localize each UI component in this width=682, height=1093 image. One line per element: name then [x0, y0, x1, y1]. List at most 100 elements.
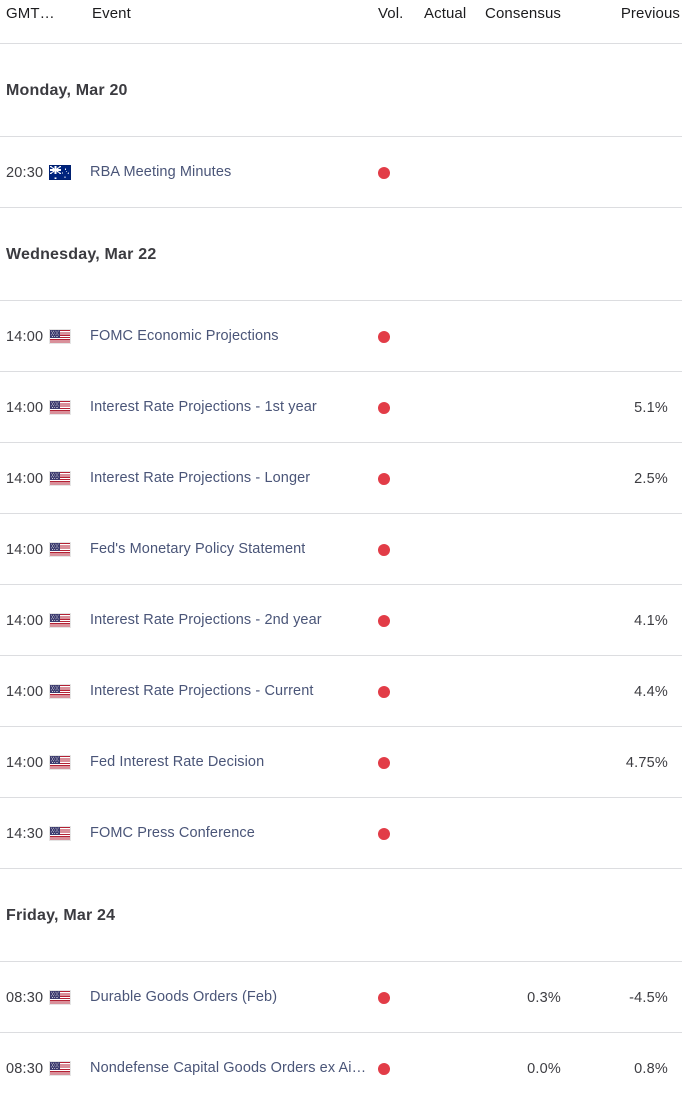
country-flag — [48, 585, 72, 656]
table-row[interactable]: 14:00 Interest Rate Projections - Longer 2… — [0, 443, 682, 514]
column-header-event[interactable]: Event — [92, 5, 131, 22]
calendar-body: Monday, Mar 20 20:30 RBA Meeting Minutes We… — [0, 44, 682, 1093]
table-row[interactable]: 14:30 FOMC Press Conference — [0, 798, 682, 869]
volatility-indicator[interactable] — [378, 798, 400, 869]
us-flag-icon — [49, 400, 71, 415]
event-time: 14:00 — [6, 399, 44, 416]
volatility-dot-icon — [378, 991, 390, 1004]
event-name-link[interactable]: Nondefense Capital Goods Orders ex Ai… — [90, 1033, 366, 1093]
country-flag — [48, 372, 72, 443]
event-actual-value — [400, 137, 496, 208]
volatility-dot-icon — [378, 756, 390, 769]
table-row[interactable]: 14:00 FOMC Economic Projections — [0, 301, 682, 372]
event-previous-value: -4.5% — [629, 989, 668, 1006]
volatility-dot-icon — [378, 166, 390, 179]
event-time: 14:00 — [6, 328, 44, 345]
event-name-link[interactable]: Interest Rate Projections - Current — [90, 656, 314, 727]
volatility-indicator[interactable] — [378, 727, 400, 798]
date-group-header: Wednesday, Mar 22 — [0, 208, 682, 301]
volatility-indicator[interactable] — [378, 514, 400, 585]
event-previous-value: 4.75% — [625, 754, 668, 771]
event-actual-value — [400, 585, 496, 656]
event-name-link[interactable]: Durable Goods Orders (Feb) — [90, 962, 277, 1033]
event-name-link[interactable]: FOMC Economic Projections — [90, 301, 279, 372]
us-flag-icon — [49, 1061, 71, 1076]
event-actual-value — [400, 1033, 496, 1093]
us-flag-icon — [49, 471, 71, 486]
event-actual-value — [400, 727, 496, 798]
event-time: 14:00 — [6, 612, 44, 629]
event-name-link[interactable]: Fed's Monetary Policy Statement — [90, 514, 305, 585]
table-row[interactable]: 20:30 RBA Meeting Minutes — [0, 137, 682, 208]
event-name-link[interactable]: Fed Interest Rate Decision — [90, 727, 264, 798]
event-time: 14:00 — [6, 683, 44, 700]
column-header-consensus[interactable]: Consensus — [485, 5, 561, 22]
event-time: 08:30 — [6, 1060, 44, 1077]
country-flag — [48, 962, 72, 1033]
volatility-dot-icon — [378, 1062, 390, 1075]
volatility-indicator[interactable] — [378, 962, 400, 1033]
volatility-indicator[interactable] — [378, 443, 400, 514]
table-row[interactable]: 08:30 Nondefense Capital Goods Orders ex … — [0, 1033, 682, 1093]
country-flag — [48, 301, 72, 372]
column-header-previous[interactable]: Previous — [621, 5, 680, 22]
date-group-header: Friday, Mar 24 — [0, 869, 682, 962]
volatility-dot-icon — [378, 543, 390, 556]
table-row[interactable]: 14:00 Interest Rate Projections - 2nd yea… — [0, 585, 682, 656]
country-flag — [48, 727, 72, 798]
volatility-indicator[interactable] — [378, 372, 400, 443]
au-flag-icon — [49, 165, 71, 180]
us-flag-icon — [49, 826, 71, 841]
column-header-actual[interactable]: Actual — [424, 5, 466, 22]
date-group-label: Monday, Mar 20 — [6, 82, 128, 99]
event-name-link[interactable]: Interest Rate Projections - Longer — [90, 443, 310, 514]
volatility-dot-icon — [378, 472, 390, 485]
table-row[interactable]: 14:00 Fed's Monetary Policy Statement — [0, 514, 682, 585]
volatility-indicator[interactable] — [378, 301, 400, 372]
volatility-indicator[interactable] — [378, 656, 400, 727]
event-previous-value: 0.8% — [634, 1060, 668, 1077]
date-group-label: Wednesday, Mar 22 — [6, 246, 157, 263]
table-row[interactable]: 08:30 Durable Goods Orders (Feb) 0.3% -4.5% — [0, 962, 682, 1033]
table-row[interactable]: 14:00 Fed Interest Rate Decision 4.75% — [0, 727, 682, 798]
country-flag — [48, 798, 72, 869]
event-actual-value — [400, 301, 496, 372]
event-name-link[interactable]: Interest Rate Projections - 1st year — [90, 372, 317, 443]
volatility-dot-icon — [378, 827, 390, 840]
date-group-label: Friday, Mar 24 — [6, 907, 116, 924]
volatility-dot-icon — [378, 330, 390, 343]
event-actual-value — [400, 514, 496, 585]
country-flag — [48, 1033, 72, 1093]
event-time: 14:30 — [6, 825, 44, 842]
event-previous-value: 5.1% — [634, 399, 668, 416]
table-row[interactable]: 14:00 Interest Rate Projections - 1st yea… — [0, 372, 682, 443]
event-previous-value: 4.1% — [634, 612, 668, 629]
column-header-volatility[interactable]: Vol. — [378, 5, 403, 22]
event-time: 14:00 — [6, 470, 44, 487]
volatility-dot-icon — [378, 685, 390, 698]
event-name-link[interactable]: FOMC Press Conference — [90, 798, 255, 869]
event-consensus-value: 0.3% — [527, 989, 561, 1006]
event-time: 08:30 — [6, 989, 44, 1006]
event-previous-value: 4.4% — [634, 683, 668, 700]
event-name-link[interactable]: Interest Rate Projections - 2nd year — [90, 585, 322, 656]
us-flag-icon — [49, 755, 71, 770]
volatility-indicator[interactable] — [378, 1033, 400, 1093]
volatility-dot-icon — [378, 614, 390, 627]
country-flag — [48, 514, 72, 585]
volatility-indicator[interactable] — [378, 137, 400, 208]
event-time: 20:30 — [6, 164, 44, 181]
event-actual-value — [400, 962, 496, 1033]
us-flag-icon — [49, 990, 71, 1005]
event-actual-value — [400, 372, 496, 443]
table-row[interactable]: 14:00 Interest Rate Projections - Current… — [0, 656, 682, 727]
country-flag — [48, 443, 72, 514]
volatility-indicator[interactable] — [378, 585, 400, 656]
event-time: 14:00 — [6, 541, 44, 558]
event-actual-value — [400, 798, 496, 869]
event-name-link[interactable]: RBA Meeting Minutes — [90, 137, 231, 208]
column-header-time[interactable]: GMT… — [6, 5, 55, 22]
us-flag-icon — [49, 329, 71, 344]
us-flag-icon — [49, 613, 71, 628]
date-group-header: Monday, Mar 20 — [0, 44, 682, 137]
